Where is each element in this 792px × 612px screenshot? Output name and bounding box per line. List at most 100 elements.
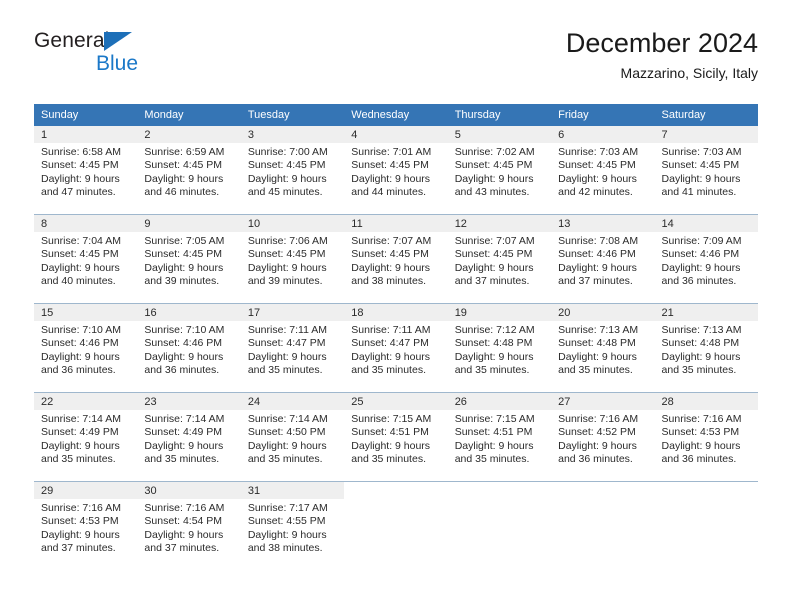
daylight-text-line2: and 37 minutes. — [454, 275, 530, 288]
sunrise-text: Sunrise: 7:07 AM — [351, 235, 432, 247]
page-header: General Blue December 2024 Mazzarino, Si… — [34, 28, 758, 94]
calendar-day-cell-empty — [447, 481, 552, 570]
daylight-text-line2: and 36 minutes. — [661, 453, 737, 466]
daylight-text-line1: Daylight: 9 hours — [558, 172, 637, 185]
sunset-text: Sunset: 4:47 PM — [351, 337, 429, 350]
calendar-day-cell[interactable]: 15 Sunrise: 7:10 AM Sunset: 4:46 PM Dayligh… — [34, 303, 138, 393]
sunrise-text: Sunrise: 7:04 AM — [41, 235, 121, 247]
day-details: Sunrise: 7:07 AM Sunset: 4:45 PM Daylight:… — [448, 232, 551, 289]
daylight-text-line1: Daylight: 9 hours — [41, 172, 120, 185]
calendar-day-cell[interactable]: 12 Sunrise: 7:07 AM Sunset: 4:45 PM Dayligh… — [447, 214, 552, 304]
calendar-day-cell[interactable]: 6 Sunrise: 7:03 AM Sunset: 4:45 PM Daylight… — [551, 126, 655, 215]
calendar-day-cell[interactable]: 11 Sunrise: 7:07 AM Sunset: 4:45 PM Dayligh… — [344, 214, 448, 304]
day-number: 30 — [137, 482, 241, 499]
calendar-day-cell[interactable]: 10 Sunrise: 7:06 AM Sunset: 4:45 PM Dayligh… — [240, 214, 345, 304]
day-number: 23 — [137, 393, 241, 410]
calendar-day-cell[interactable]: 29 Sunrise: 7:16 AM Sunset: 4:53 PM Dayligh… — [34, 481, 138, 570]
page-title: December 2024 — [565, 28, 758, 58]
sunset-text: Sunset: 4:46 PM — [41, 337, 119, 350]
general-blue-logo[interactable]: General Blue — [34, 30, 234, 86]
daylight-text-line2: and 44 minutes. — [351, 186, 426, 199]
calendar-day-cell[interactable]: 24 Sunrise: 7:14 AM Sunset: 4:50 PM Dayligh… — [240, 392, 345, 482]
daylight-text-line2: and 37 minutes. — [558, 275, 633, 288]
calendar-day-cell[interactable]: 18 Sunrise: 7:11 AM Sunset: 4:47 PM Dayligh… — [344, 303, 448, 393]
day-details — [344, 499, 447, 502]
daylight-text-line2: and 45 minutes. — [247, 186, 323, 199]
day-number: 8 — [34, 215, 138, 232]
day-details: Sunrise: 7:11 AM Sunset: 4:47 PM Daylight:… — [344, 321, 447, 378]
calendar-day-cell[interactable]: 4 Sunrise: 7:01 AM Sunset: 4:45 PM Daylight… — [344, 126, 448, 215]
daylight-text-line2: and 46 minutes. — [144, 186, 220, 199]
day-number: 16 — [137, 304, 241, 321]
daylight-text-line1: Daylight: 9 hours — [454, 350, 534, 363]
calendar-day-cell[interactable]: 7 Sunrise: 7:03 AM Sunset: 4:45 PM Daylight… — [654, 126, 758, 215]
calendar-day-cell[interactable]: 31 Sunrise: 7:17 AM Sunset: 4:55 PM Dayligh… — [240, 481, 345, 570]
day-number: 20 — [551, 304, 655, 321]
day-details: Sunrise: 7:04 AM Sunset: 4:45 PM Daylight:… — [34, 232, 137, 289]
day-details: Sunrise: 7:00 AM Sunset: 4:45 PM Daylight:… — [241, 143, 344, 200]
daylight-text-line2: and 37 minutes. — [144, 542, 220, 555]
daylight-text-line2: and 35 minutes. — [41, 453, 116, 466]
calendar-day-cell[interactable]: 5 Sunrise: 7:02 AM Sunset: 4:45 PM Daylight… — [447, 126, 552, 215]
sunrise-text: Sunrise: 7:14 AM — [41, 413, 121, 425]
calendar-day-cell[interactable]: 20 Sunrise: 7:13 AM Sunset: 4:48 PM Dayligh… — [551, 303, 655, 393]
sunrise-text: Sunrise: 7:12 AM — [454, 324, 535, 336]
day-details: Sunrise: 7:01 AM Sunset: 4:45 PM Daylight:… — [344, 143, 447, 200]
calendar-day-cell[interactable]: 27 Sunrise: 7:16 AM Sunset: 4:52 PM Dayligh… — [551, 392, 655, 482]
day-details: Sunrise: 7:13 AM Sunset: 4:48 PM Daylight:… — [655, 321, 758, 378]
calendar-day-cell[interactable]: 13 Sunrise: 7:08 AM Sunset: 4:46 PM Dayligh… — [551, 214, 655, 304]
calendar-day-cell[interactable]: 25 Sunrise: 7:15 AM Sunset: 4:51 PM Dayligh… — [344, 392, 448, 482]
daylight-text-line1: Daylight: 9 hours — [661, 350, 741, 363]
daylight-text-line2: and 35 minutes. — [454, 364, 530, 377]
sunset-text: Sunset: 4:45 PM — [247, 248, 326, 261]
daylight-text-line2: and 35 minutes. — [247, 453, 323, 466]
day-details: Sunrise: 7:15 AM Sunset: 4:51 PM Daylight:… — [448, 410, 551, 467]
calendar-day-cell[interactable]: 30 Sunrise: 7:16 AM Sunset: 4:54 PM Dayligh… — [137, 481, 241, 570]
day-number: 2 — [137, 126, 241, 143]
sunrise-text: Sunrise: 7:11 AM — [351, 324, 431, 336]
calendar-day-cell[interactable]: 9 Sunrise: 7:05 AM Sunset: 4:45 PM Daylight… — [137, 214, 241, 304]
calendar-body: 1 Sunrise: 6:58 AM Sunset: 4:45 PM Daylight… — [34, 126, 758, 570]
sunset-text: Sunset: 4:48 PM — [661, 337, 740, 350]
day-details: Sunrise: 7:05 AM Sunset: 4:45 PM Daylight:… — [137, 232, 240, 289]
daylight-text-line1: Daylight: 9 hours — [454, 439, 534, 452]
calendar-day-cell[interactable]: 26 Sunrise: 7:15 AM Sunset: 4:51 PM Dayligh… — [447, 392, 552, 482]
calendar-day-cell[interactable]: 2 Sunrise: 6:59 AM Sunset: 4:45 PM Daylight… — [137, 126, 241, 215]
calendar-day-cell[interactable]: 16 Sunrise: 7:10 AM Sunset: 4:46 PM Dayligh… — [137, 303, 241, 393]
calendar-day-cell-empty — [654, 481, 758, 570]
sunrise-text: Sunrise: 7:13 AM — [661, 324, 742, 336]
sunset-text: Sunset: 4:51 PM — [454, 426, 533, 439]
sunrise-text: Sunrise: 7:14 AM — [144, 413, 225, 425]
sunset-text: Sunset: 4:49 PM — [41, 426, 119, 439]
calendar-day-cell[interactable]: 23 Sunrise: 7:14 AM Sunset: 4:49 PM Dayligh… — [137, 392, 241, 482]
day-details: Sunrise: 7:12 AM Sunset: 4:48 PM Daylight:… — [448, 321, 551, 378]
day-number: 3 — [240, 126, 345, 143]
day-number: 15 — [34, 304, 138, 321]
weekday-header-wednesday: Wednesday — [344, 104, 448, 126]
daylight-text-line2: and 43 minutes. — [454, 186, 530, 199]
daylight-text-line2: and 47 minutes. — [41, 186, 116, 199]
calendar-day-cell[interactable]: 28 Sunrise: 7:16 AM Sunset: 4:53 PM Dayligh… — [654, 392, 758, 482]
daylight-text-line2: and 35 minutes. — [454, 453, 530, 466]
calendar-day-cell[interactable]: 21 Sunrise: 7:13 AM Sunset: 4:48 PM Dayligh… — [654, 303, 758, 393]
sunset-text: Sunset: 4:46 PM — [558, 248, 636, 261]
calendar-day-cell[interactable]: 3 Sunrise: 7:00 AM Sunset: 4:45 PM Daylight… — [240, 126, 345, 215]
daylight-text-line1: Daylight: 9 hours — [247, 261, 327, 274]
calendar-day-cell[interactable]: 19 Sunrise: 7:12 AM Sunset: 4:48 PM Dayligh… — [447, 303, 552, 393]
calendar-day-cell[interactable]: 1 Sunrise: 6:58 AM Sunset: 4:45 PM Daylight… — [34, 126, 138, 215]
day-number — [447, 482, 552, 499]
calendar-day-cell[interactable]: 22 Sunrise: 7:14 AM Sunset: 4:49 PM Dayligh… — [34, 392, 138, 482]
sunrise-text: Sunrise: 6:58 AM — [41, 146, 121, 158]
sunrise-text: Sunrise: 7:11 AM — [247, 324, 328, 336]
sunrise-text: Sunrise: 7:13 AM — [558, 324, 639, 336]
daylight-text-line1: Daylight: 9 hours — [351, 261, 431, 274]
calendar-day-cell[interactable]: 14 Sunrise: 7:09 AM Sunset: 4:46 PM Dayligh… — [654, 214, 758, 304]
sunrise-text: Sunrise: 7:15 AM — [351, 413, 432, 425]
calendar-day-cell-empty — [551, 481, 655, 570]
calendar-day-cell[interactable]: 17 Sunrise: 7:11 AM Sunset: 4:47 PM Dayligh… — [240, 303, 345, 393]
daylight-text-line1: Daylight: 9 hours — [144, 261, 224, 274]
daylight-text-line2: and 35 minutes. — [144, 453, 220, 466]
calendar-day-cell[interactable]: 8 Sunrise: 7:04 AM Sunset: 4:45 PM Daylight… — [34, 214, 138, 304]
daylight-text-line1: Daylight: 9 hours — [661, 439, 741, 452]
day-details: Sunrise: 7:15 AM Sunset: 4:51 PM Daylight:… — [344, 410, 447, 467]
